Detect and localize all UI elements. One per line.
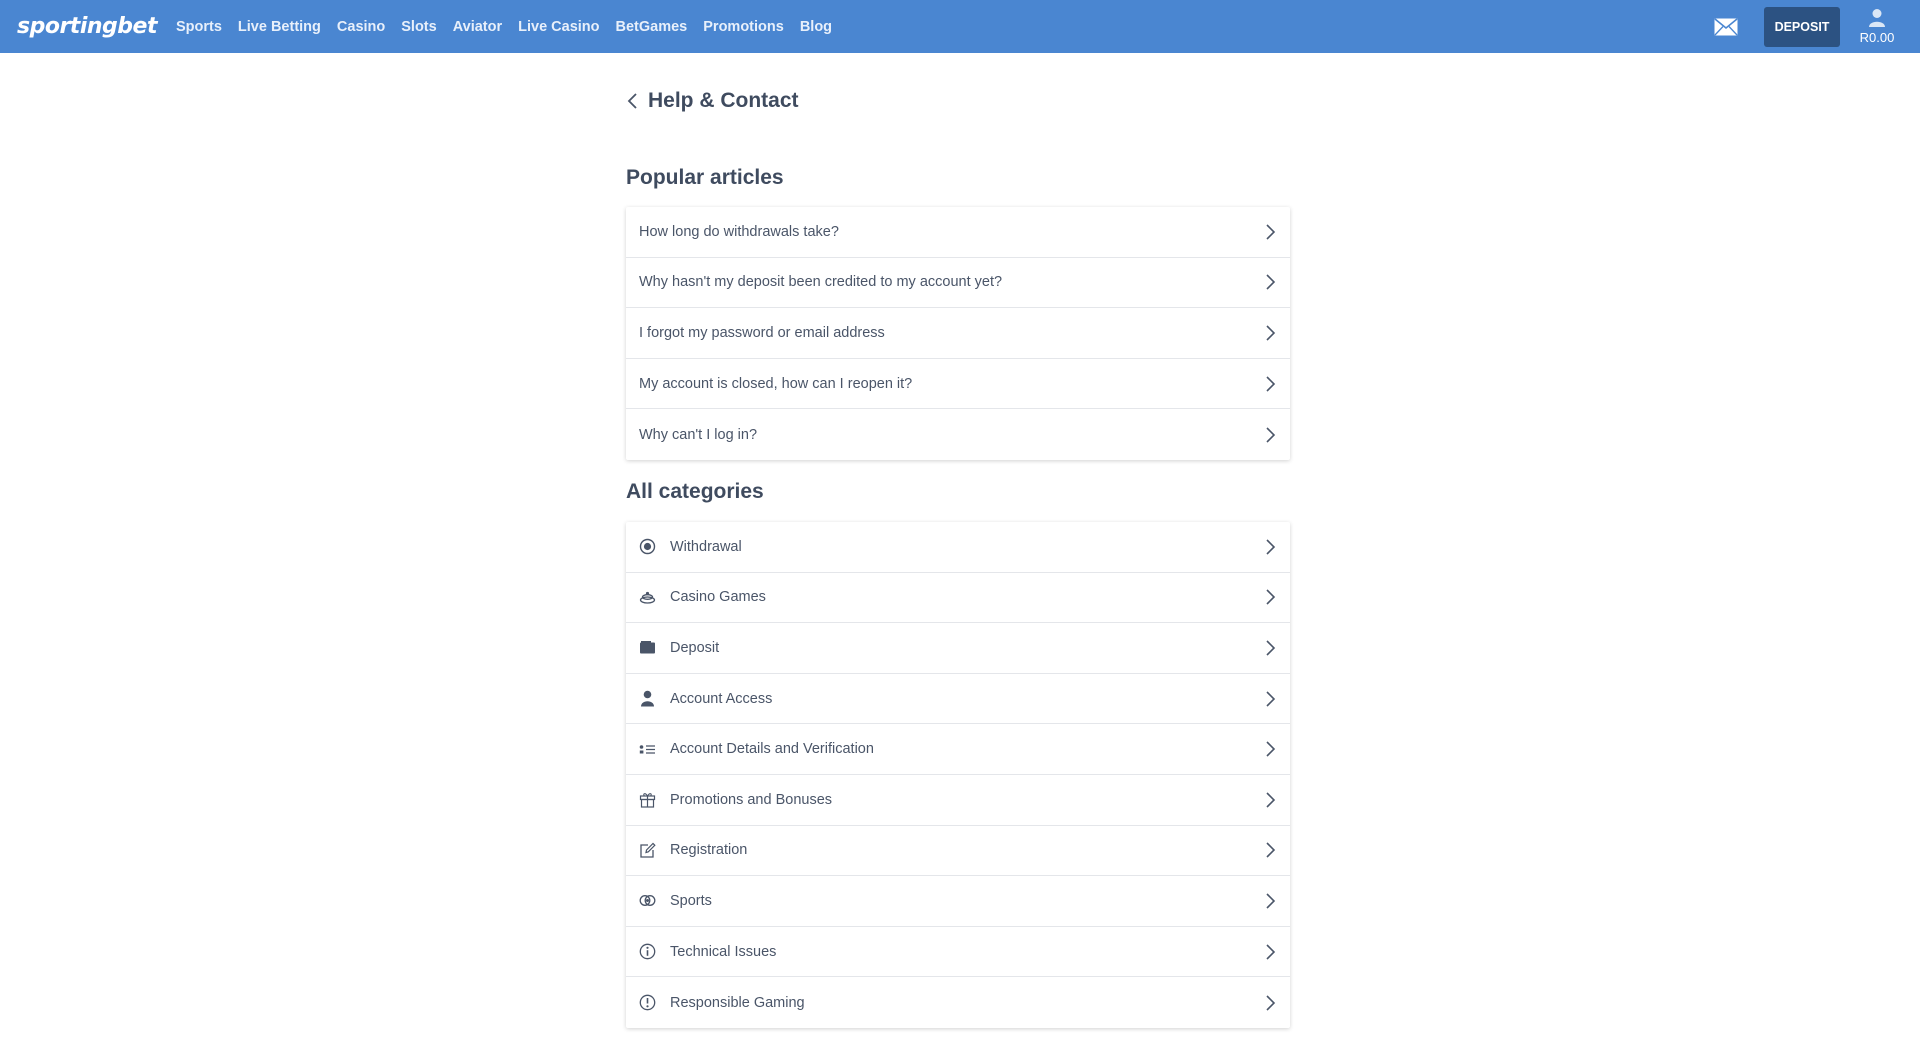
nav-betgames[interactable]: BetGames	[616, 19, 688, 35]
help-content: Help & Contact Popular articles How long…	[626, 53, 1290, 1028]
account-balance: R0.00	[1859, 30, 1895, 45]
category-row-account-details[interactable]: Account Details and Verification	[626, 724, 1290, 775]
article-row[interactable]: Why can't I log in?	[626, 409, 1290, 460]
category-label: Responsible Gaming	[670, 994, 805, 1011]
category-label: Sports	[670, 892, 712, 909]
main-nav: Sports Live Betting Casino Slots Aviator…	[176, 0, 848, 53]
nav-sports[interactable]: Sports	[176, 19, 222, 35]
page-header: Help & Contact	[626, 53, 1290, 149]
article-label: Why hasn't my deposit been credited to m…	[639, 274, 1003, 291]
nav-live-betting[interactable]: Live Betting	[238, 19, 321, 35]
chevron-right-icon	[1266, 589, 1276, 605]
chevron-right-icon	[1266, 893, 1276, 909]
top-navigation-bar: sportingbet Sports Live Betting Casino S…	[0, 0, 1920, 53]
popular-articles-list: How long do withdrawals take? Why hasn't…	[626, 207, 1290, 460]
chevron-right-icon	[1266, 274, 1276, 290]
category-row-withdrawal[interactable]: Withdrawal	[626, 522, 1290, 573]
category-label: Deposit	[670, 639, 720, 656]
chevron-right-icon	[1266, 224, 1276, 240]
chevron-right-icon	[1266, 792, 1276, 808]
article-row[interactable]: Why hasn't my deposit been credited to m…	[626, 258, 1290, 309]
sports-ball-icon	[639, 895, 656, 907]
categories-list: Withdrawal Casino Games Deposit Account …	[626, 522, 1290, 1028]
sportingbet-logo[interactable]: sportingbet	[17, 12, 157, 42]
nav-casino[interactable]: Casino	[337, 19, 385, 35]
alert-icon	[639, 994, 656, 1011]
article-row[interactable]: My account is closed, how can I reopen i…	[626, 359, 1290, 410]
chevron-right-icon	[1266, 691, 1276, 707]
category-label: Account Details and Verification	[670, 741, 874, 758]
header-actions: DEPOSIT R0.00	[1714, 0, 1920, 53]
chevron-right-icon	[1266, 943, 1276, 960]
nav-slots[interactable]: Slots	[401, 19, 436, 35]
category-label: Promotions and Bonuses	[670, 791, 833, 808]
nav-blog[interactable]: Blog	[800, 19, 832, 35]
category-row-responsible-gaming[interactable]: Responsible Gaming	[626, 977, 1290, 1028]
nav-aviator[interactable]: Aviator	[453, 19, 502, 35]
chevron-right-icon	[1266, 842, 1276, 858]
back-chevron-icon[interactable]	[626, 91, 640, 111]
article-row[interactable]: How long do withdrawals take?	[626, 207, 1290, 258]
category-row-sports[interactable]: Sports	[626, 876, 1290, 927]
category-label: Account Access	[670, 690, 773, 707]
category-label: Registration	[670, 842, 748, 859]
chevron-right-icon	[1266, 376, 1276, 392]
category-label: Casino Games	[670, 589, 766, 606]
casino-chip-icon	[639, 591, 656, 604]
article-label: I forgot my password or email address	[639, 324, 885, 341]
edit-icon	[640, 842, 656, 858]
article-label: How long do withdrawals take?	[639, 223, 839, 240]
category-label: Technical Issues	[670, 943, 777, 960]
popular-articles-heading: Popular articles	[626, 166, 784, 189]
user-account-icon	[1869, 9, 1885, 27]
chevron-right-icon	[1266, 427, 1276, 443]
category-label: Withdrawal	[670, 538, 742, 555]
account-menu[interactable]: R0.00	[1852, 8, 1902, 45]
chevron-right-icon	[1266, 539, 1276, 555]
nav-live-casino[interactable]: Live Casino	[518, 19, 599, 35]
withdrawal-icon	[639, 539, 656, 555]
article-row[interactable]: I forgot my password or email address	[626, 308, 1290, 359]
gift-icon	[639, 793, 656, 808]
details-list-icon	[639, 744, 655, 754]
category-row-account-access[interactable]: Account Access	[626, 674, 1290, 725]
category-row-casino-games[interactable]: Casino Games	[626, 573, 1290, 624]
category-row-promotions[interactable]: Promotions and Bonuses	[626, 775, 1290, 826]
deposit-button[interactable]: DEPOSIT	[1764, 6, 1840, 47]
wallet-icon	[640, 641, 655, 654]
all-categories-heading: All categories	[626, 480, 764, 503]
mail-icon[interactable]	[1714, 17, 1738, 36]
page-title: Help & Contact	[648, 89, 799, 112]
chevron-right-icon	[1266, 640, 1276, 656]
info-icon	[639, 943, 656, 960]
chevron-right-icon	[1266, 741, 1276, 757]
chevron-right-icon	[1266, 325, 1276, 341]
nav-promotions[interactable]: Promotions	[703, 19, 784, 35]
category-row-technical-issues[interactable]: Technical Issues	[626, 927, 1290, 978]
chevron-right-icon	[1266, 995, 1276, 1011]
article-label: My account is closed, how can I reopen i…	[639, 375, 913, 392]
category-row-deposit[interactable]: Deposit	[626, 623, 1290, 674]
logo-text: sportingbet	[17, 14, 157, 39]
user-icon	[641, 690, 654, 707]
category-row-registration[interactable]: Registration	[626, 826, 1290, 877]
article-label: Why can't I log in?	[639, 426, 758, 443]
